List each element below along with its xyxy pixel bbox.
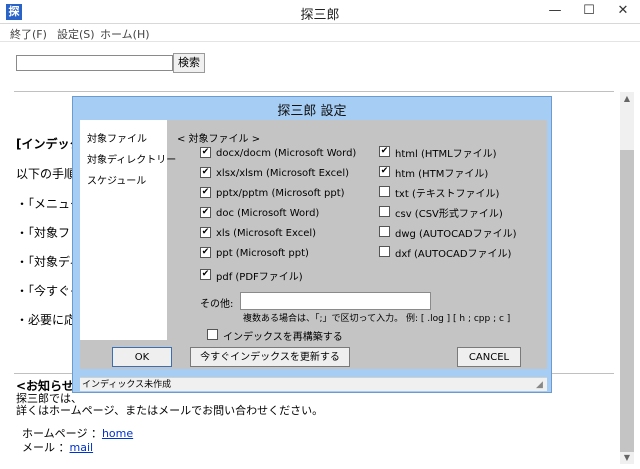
filetype-label: pdf (PDFファイル): [216, 272, 303, 283]
cancel-button[interactable]: CANCEL: [457, 347, 521, 367]
filetype-label: xls (Microsoft Excel): [216, 228, 317, 239]
checkbox-icon[interactable]: ✔: [200, 147, 211, 158]
target-files-group-label: < 対象ファイル >: [177, 134, 261, 145]
rebuild-index-label: インデックスを再構築する: [223, 332, 343, 343]
homepage-link[interactable]: home: [102, 427, 133, 440]
filetype-checkbox[interactable]: ✔ pptx/pptm (Microsoft ppt): [200, 187, 345, 202]
filetype-checkbox[interactable]: ✔ doc (Microsoft Word): [200, 207, 320, 222]
filetype-checkbox[interactable]: dxf (AUTOCADファイル): [379, 245, 512, 260]
dialog-title: 探三郎 設定: [277, 104, 347, 119]
resize-grip-icon[interactable]: ◢: [536, 380, 543, 390]
filetype-label: dwg (AUTOCADファイル): [395, 229, 517, 240]
filetype-checkbox[interactable]: dwg (AUTOCADファイル): [379, 225, 517, 240]
other-label: その他:: [200, 299, 234, 310]
other-extensions-input[interactable]: [240, 292, 431, 310]
search-input[interactable]: [16, 55, 173, 71]
filetype-checkbox[interactable]: ✔ xls (Microsoft Excel): [200, 227, 317, 242]
content-divider: [14, 91, 614, 92]
maximize-button[interactable]: ☐: [572, 0, 606, 24]
checkbox-icon[interactable]: ✔: [200, 187, 211, 198]
mail-label-text: メール ：: [22, 441, 70, 454]
menu-home[interactable]: ホーム(H): [100, 26, 150, 42]
nav-target-files[interactable]: 対象ファイル: [87, 130, 147, 145]
checkbox-icon[interactable]: ✔: [200, 207, 211, 218]
checkbox-icon[interactable]: [379, 186, 390, 197]
filetype-label: csv (CSV形式ファイル): [395, 209, 503, 220]
minimize-button[interactable]: —: [538, 0, 572, 24]
search-button[interactable]: 検索: [173, 53, 205, 73]
filetype-checkbox[interactable]: ✔ ppt (Microsoft ppt): [200, 247, 309, 262]
scroll-up-icon[interactable]: ▲: [620, 93, 634, 105]
filetype-label: doc (Microsoft Word): [216, 208, 320, 219]
status-bar: インディックス未作成: [80, 377, 547, 391]
rebuild-index-checkbox[interactable]: インデックスを再構築する: [207, 328, 343, 343]
checkbox-icon[interactable]: ✔: [379, 146, 390, 157]
scroll-down-icon[interactable]: ▼: [620, 452, 634, 464]
filetype-checkbox[interactable]: ✔ docx/docm (Microsoft Word): [200, 147, 357, 162]
filetype-checkbox[interactable]: ✔ pdf (PDFファイル): [200, 268, 303, 283]
scrollbar-thumb[interactable]: [620, 150, 634, 452]
mail-link[interactable]: mail: [70, 441, 94, 454]
menu-separator: [0, 41, 640, 42]
filetype-label: ppt (Microsoft ppt): [216, 248, 309, 259]
body-line: 以下の手順: [16, 167, 77, 181]
filetype-label: xlsx/xlsm (Microsoft Excel): [216, 168, 349, 179]
filetype-label: html (HTMLファイル): [395, 149, 497, 160]
update-index-now-button[interactable]: 今すぐインデックスを更新する: [190, 347, 350, 367]
filetype-label: txt (テキストファイル): [395, 189, 500, 200]
checkbox-icon[interactable]: [379, 226, 390, 237]
checkbox-icon[interactable]: [379, 246, 390, 257]
menu-bar: [0, 24, 640, 41]
ok-button[interactable]: OK: [112, 347, 172, 367]
filetype-checkbox[interactable]: csv (CSV形式ファイル): [379, 205, 503, 220]
checkbox-icon[interactable]: [379, 206, 390, 217]
checkbox-icon[interactable]: ✔: [200, 227, 211, 238]
filetype-label: dxf (AUTOCADファイル): [395, 249, 512, 260]
nav-schedule[interactable]: スケジュール: [87, 172, 146, 187]
filetype-label: pptx/pptm (Microsoft ppt): [216, 188, 345, 199]
filetype-checkbox[interactable]: ✔ xlsx/xlsm (Microsoft Excel): [200, 167, 349, 182]
checkbox-icon[interactable]: ✔: [200, 167, 211, 178]
other-hint: 複数ある場合は、「;」で区切って入力。 例: [ .log ] [ h ; cp…: [243, 314, 511, 324]
filetype-checkbox[interactable]: ✔ html (HTMLファイル): [379, 145, 497, 160]
checkbox-icon[interactable]: ✔: [200, 269, 211, 280]
checkbox-icon[interactable]: ✔: [200, 247, 211, 258]
body-line: ・必要に応: [16, 313, 77, 327]
nav-target-directory[interactable]: 対象ディレクトリー: [87, 151, 176, 166]
checkbox-icon[interactable]: ✔: [379, 166, 390, 177]
mail-label: メール ：mail: [22, 439, 93, 455]
filetype-label: docx/docm (Microsoft Word): [216, 148, 357, 159]
filetype-checkbox[interactable]: ✔ htm (HTMファイル): [379, 165, 489, 180]
filetype-checkbox[interactable]: txt (テキストファイル): [379, 185, 500, 200]
checkbox-icon[interactable]: [207, 329, 218, 340]
notice-line: 詳くはホームページ、またはメールでお問い合わせください。: [16, 404, 324, 417]
filetype-label: htm (HTMファイル): [395, 169, 489, 180]
menu-exit[interactable]: 終了(F): [10, 26, 47, 42]
menu-settings[interactable]: 設定(S): [57, 26, 95, 42]
close-button[interactable]: ✕: [606, 0, 640, 24]
